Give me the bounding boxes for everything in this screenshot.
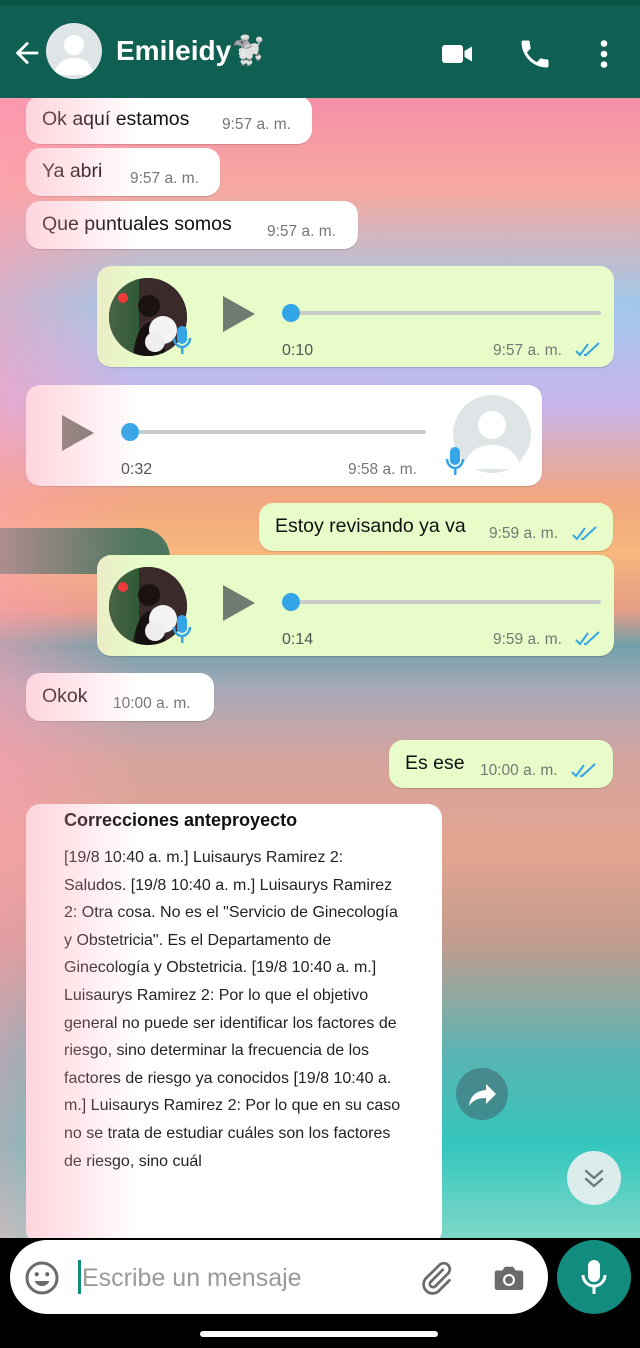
message-composer xyxy=(10,1240,548,1314)
read-ticks-icon xyxy=(571,763,596,778)
message-text: Okok xyxy=(42,685,88,707)
message-text: Que puntuales somos xyxy=(42,213,232,235)
contact-name[interactable]: Emileidy🐩 xyxy=(116,34,266,67)
voice-duration: 0:14 xyxy=(282,631,314,648)
arrow-left-icon[interactable] xyxy=(10,36,44,70)
chat-header: Emileidy🐩 xyxy=(0,6,640,98)
message-time: 9:57 a. m. xyxy=(267,223,336,240)
message-time: 10:00 a. m. xyxy=(113,695,191,712)
audio-progress-track[interactable] xyxy=(291,600,601,604)
message-text: Ok aquí estamos xyxy=(42,108,190,130)
image-message-document[interactable]: Correcciones anteproyecto [19/8 10:40 a.… xyxy=(26,804,442,1238)
video-camera-icon[interactable] xyxy=(439,36,475,72)
voice-message-outgoing[interactable]: 0:10 9:57 a. m. xyxy=(97,266,614,367)
message-outgoing[interactable]: Es ese 10:00 a. m. xyxy=(389,740,613,788)
audio-progress-track[interactable] xyxy=(130,430,426,434)
emoji-icon[interactable] xyxy=(24,1260,60,1296)
microphone-icon xyxy=(172,326,192,354)
forward-button[interactable] xyxy=(456,1068,508,1120)
microphone-icon xyxy=(445,447,465,475)
message-text: Estoy revisando ya va xyxy=(275,515,466,537)
play-icon[interactable] xyxy=(221,294,257,334)
play-icon[interactable] xyxy=(221,583,257,623)
play-icon[interactable] xyxy=(60,413,96,453)
camera-icon[interactable] xyxy=(490,1260,528,1296)
audio-progress-track[interactable] xyxy=(291,311,601,315)
message-text: Ya abri xyxy=(42,160,103,182)
home-indicator[interactable] xyxy=(200,1331,438,1337)
paperclip-icon[interactable] xyxy=(418,1260,454,1296)
message-input[interactable] xyxy=(82,1260,342,1296)
message-time: 9:57 a. m. xyxy=(130,170,199,187)
message-time: 9:59 a. m. xyxy=(493,631,562,648)
chevron-double-down-icon xyxy=(584,1169,604,1188)
more-vertical-icon[interactable] xyxy=(586,36,622,72)
document-title: Correcciones anteproyecto xyxy=(64,810,298,830)
audio-progress-handle[interactable] xyxy=(282,593,300,611)
message-time: 10:00 a. m. xyxy=(480,762,558,779)
read-ticks-icon xyxy=(572,526,597,541)
voice-duration: 0:32 xyxy=(121,461,153,478)
voice-record-button[interactable] xyxy=(557,1240,631,1314)
contact-avatar[interactable] xyxy=(46,23,102,79)
voice-duration: 0:10 xyxy=(282,342,314,359)
message-incoming[interactable]: Que puntuales somos 9:57 a. m. xyxy=(26,201,358,249)
voice-message-incoming[interactable]: 0:32 9:58 a. m. xyxy=(26,385,542,486)
read-ticks-icon xyxy=(575,342,600,357)
document-body: [19/8 10:40 a. m.] Luisaurys Ramirez 2: … xyxy=(64,849,401,1170)
microphone-icon xyxy=(172,615,192,643)
message-text: Es ese xyxy=(405,752,465,774)
message-time: 9:57 a. m. xyxy=(493,342,562,359)
message-incoming[interactable]: Ok aquí estamos 9:57 a. m. xyxy=(26,98,312,144)
message-time: 9:58 a. m. xyxy=(348,461,417,478)
chat-area[interactable]: Ok aquí estamos 9:57 a. m. Ya abri 9:57 … xyxy=(0,98,640,1238)
voice-message-outgoing[interactable]: 0:14 9:59 a. m. xyxy=(97,555,614,656)
message-time: 9:59 a. m. xyxy=(489,525,558,542)
forward-icon xyxy=(469,1084,496,1106)
message-incoming[interactable]: Ya abri 9:57 a. m. xyxy=(26,148,220,196)
message-incoming[interactable]: Okok 10:00 a. m. xyxy=(26,673,214,721)
microphone-icon xyxy=(581,1260,607,1294)
message-outgoing[interactable]: Estoy revisando ya va 9:59 a. m. xyxy=(259,503,613,551)
read-ticks-icon xyxy=(575,631,600,646)
message-time: 9:57 a. m. xyxy=(222,116,291,133)
audio-progress-handle[interactable] xyxy=(282,304,300,322)
phone-icon[interactable] xyxy=(517,36,553,72)
scroll-to-bottom-button[interactable] xyxy=(567,1151,621,1205)
audio-progress-handle[interactable] xyxy=(121,423,139,441)
text-caret xyxy=(78,1260,81,1294)
